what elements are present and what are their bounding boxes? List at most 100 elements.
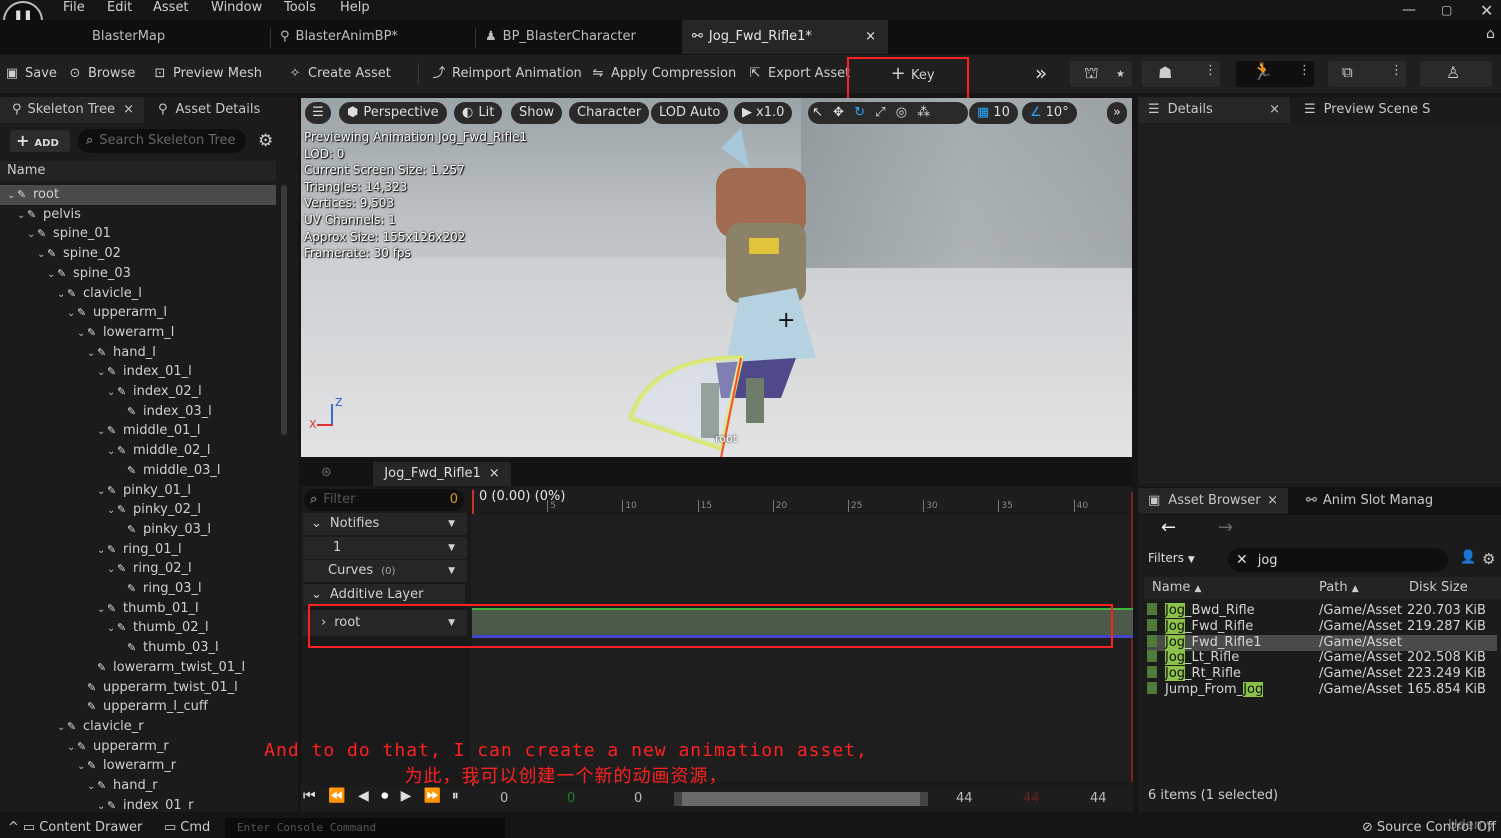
scale-icon[interactable]: ⤢ bbox=[875, 105, 885, 120]
bone-row-upperarm-l[interactable]: ⌄ ✎ upperarm_l bbox=[0, 303, 276, 323]
bone-row-spine-02[interactable]: ⌄ ✎ spine_02 bbox=[0, 244, 276, 264]
bone-row-pinky-03-l[interactable]: ✎ pinky_03_l bbox=[0, 520, 276, 540]
view-end-value[interactable]: 44 bbox=[956, 791, 973, 806]
tab-timeline-jog-fwd-rifle1[interactable]: Jog_Fwd_Rifle1 × bbox=[373, 462, 511, 486]
snap-icon[interactable]: ⁂ bbox=[917, 105, 930, 120]
chevron-down-icon[interactable]: ⌄ bbox=[47, 265, 57, 285]
close-icon[interactable]: × bbox=[865, 20, 876, 54]
rotate-icon[interactable]: ↻ bbox=[854, 105, 865, 120]
bone-row-pelvis[interactable]: ⌄ ✎ pelvis bbox=[0, 205, 276, 225]
chevron-down-icon[interactable]: ⌄ bbox=[77, 324, 87, 344]
console-input[interactable]: Enter Console Command bbox=[225, 818, 505, 838]
playback-speed-button[interactable]: ▶ x1.0 bbox=[734, 102, 793, 124]
bone-row-pinky-02-l[interactable]: ⌄ ✎ pinky_02_l bbox=[0, 500, 276, 520]
mode-animation-button[interactable]: 🏃 ⋮ bbox=[1236, 61, 1314, 87]
column-disk-size[interactable]: Disk Size bbox=[1409, 577, 1468, 599]
chevron-down-icon[interactable]: ⌄ bbox=[27, 225, 37, 245]
export-asset-button[interactable]: ⇱ Export Asset bbox=[747, 55, 851, 93]
mode-skeleton-button[interactable]: ⛫ ★ bbox=[1070, 61, 1132, 87]
search-skeleton-input[interactable]: ⌕ Search Skeleton Tree bbox=[78, 129, 246, 153]
bone-row-spine-01[interactable]: ⌄ ✎ spine_01 bbox=[0, 224, 276, 244]
column-name[interactable]: Name ▲ bbox=[1152, 577, 1201, 600]
cmd-button[interactable]: ▭ Cmd bbox=[164, 820, 210, 835]
kebab-icon[interactable]: ⋮ bbox=[1298, 63, 1311, 78]
lit-button[interactable]: ◐ Lit bbox=[454, 102, 503, 124]
bone-row-ring-03-l[interactable]: ✎ ring_03_l bbox=[0, 579, 276, 599]
show-button[interactable]: Show bbox=[511, 102, 563, 124]
preview-mesh-button[interactable]: ⊡ Preview Mesh bbox=[152, 55, 262, 93]
notifies-row[interactable]: ⌄ Notifies ▼ bbox=[303, 513, 467, 535]
tab-asset-browser[interactable]: ▣ Asset Browser × bbox=[1138, 488, 1288, 514]
timeline-settings-icon[interactable]: ⊛ bbox=[321, 465, 332, 480]
dropdown-arrow-icon[interactable]: ▼ bbox=[448, 560, 455, 582]
browse-button[interactable]: ⊙ Browse bbox=[67, 55, 136, 93]
timeline-scrollbar[interactable] bbox=[674, 792, 928, 806]
dropdown-arrow-icon[interactable]: ▼ bbox=[448, 513, 455, 535]
bone-row-clavicle-r[interactable]: ⌄ ✎ clavicle_r bbox=[0, 717, 276, 737]
content-drawer-button[interactable]: ^ ▭ Content Drawer bbox=[8, 820, 142, 835]
lod-button[interactable]: LOD Auto bbox=[651, 102, 729, 124]
bone-row-pinky-01-l[interactable]: ⌄ ✎ pinky_01_l bbox=[0, 481, 276, 501]
select-icon[interactable]: ↖ bbox=[812, 105, 823, 120]
bone-row-clavicle-l[interactable]: ⌄ ✎ clavicle_l bbox=[0, 284, 276, 304]
menu-help[interactable]: Help bbox=[340, 0, 370, 15]
chevron-down-icon[interactable]: ⌄ bbox=[7, 186, 17, 206]
save-button[interactable]: ▣ Save bbox=[4, 55, 57, 93]
bone-row-thumb-02-l[interactable]: ⌄ ✎ thumb_02_l bbox=[0, 618, 276, 638]
tab-details[interactable]: ☰ Details × bbox=[1138, 97, 1290, 123]
bone-row-index-01-l[interactable]: ⌄ ✎ index_01_l bbox=[0, 362, 276, 382]
perspective-button[interactable]: ⬢ Perspective bbox=[339, 102, 447, 124]
chevron-down-icon[interactable]: ⌄ bbox=[17, 206, 27, 226]
bone-row-root[interactable]: ⌄ ✎ root bbox=[0, 185, 276, 205]
playback-end-value[interactable]: 44 bbox=[1023, 791, 1040, 806]
chevron-down-icon[interactable]: ⌄ bbox=[107, 442, 117, 462]
menu-asset[interactable]: Asset bbox=[153, 0, 189, 15]
bone-row-index-01-r[interactable]: ⌄ ✎ index_01_r bbox=[0, 796, 276, 811]
gear-icon[interactable]: ⚙ bbox=[1482, 550, 1495, 568]
close-icon[interactable]: × bbox=[1269, 97, 1280, 123]
reimport-animation-button[interactable]: ⤴ Reimport Animation bbox=[431, 55, 581, 93]
playback-start-value[interactable]: 0 bbox=[567, 791, 575, 806]
bone-row-upperarm-twist-01-l[interactable]: ✎ upperarm_twist_01_l bbox=[0, 678, 276, 698]
bone-row-hand-l[interactable]: ⌄ ✎ hand_l bbox=[0, 343, 276, 363]
asset-row[interactable]: Jog_Rt_Rifle/Game/Asset 223.249 KiB bbox=[1147, 666, 1497, 682]
bone-row-lowerarm-twist-01-l[interactable]: ✎ lowerarm_twist_01_l bbox=[0, 658, 276, 678]
chevron-down-icon[interactable]: ⌄ bbox=[107, 560, 117, 580]
tab-anim-slot-manager[interactable]: ⚯ Anim Slot Manag bbox=[1306, 488, 1433, 514]
skip-to-start-icon[interactable]: ⏮ bbox=[303, 788, 316, 804]
chevron-down-icon[interactable]: ⌄ bbox=[107, 383, 117, 403]
chevron-down-icon[interactable]: ⌄ bbox=[97, 541, 107, 561]
camera-target-icon[interactable]: ◎ bbox=[896, 105, 907, 120]
chevron-down-icon[interactable]: ⌄ bbox=[107, 501, 117, 521]
gear-icon[interactable]: ⚙ bbox=[258, 131, 273, 151]
preview-viewport[interactable]: + root Z X ☰ ⬢ Perspective ◐ Lit Show Char… bbox=[301, 98, 1132, 457]
pin-icon[interactable]: ⌂ bbox=[1486, 26, 1495, 42]
tab-asset-details[interactable]: ⚲ Asset Details bbox=[158, 97, 260, 123]
record-icon[interactable]: ⏺ bbox=[381, 788, 388, 804]
bone-row-index-02-l[interactable]: ⌄ ✎ index_02_l bbox=[0, 382, 276, 402]
menu-edit[interactable]: Edit bbox=[107, 0, 132, 15]
notify-track-row[interactable]: 1 ▼ bbox=[303, 537, 467, 559]
menu-file[interactable]: File bbox=[63, 0, 85, 15]
chevron-down-icon[interactable]: ⌄ bbox=[97, 797, 107, 811]
bone-row-spine-03[interactable]: ⌄ ✎ spine_03 bbox=[0, 264, 276, 284]
bone-row-middle-02-l[interactable]: ⌄ ✎ middle_02_l bbox=[0, 441, 276, 461]
user-filter-icon[interactable]: 👤 bbox=[1460, 550, 1476, 565]
asset-search-input[interactable]: ✕ jog bbox=[1228, 548, 1448, 572]
bone-row-middle-01-l[interactable]: ⌄ ✎ middle_01_l bbox=[0, 421, 276, 441]
additive-layer-tracks-row[interactable]: ⌄Additive Layer Tracks bbox=[303, 584, 465, 624]
chevron-down-icon[interactable]: ⌄ bbox=[67, 304, 77, 324]
column-path[interactable]: Path ▲ bbox=[1319, 577, 1359, 600]
asset-row[interactable]: Jog_Fwd_Rifle1/Game/Asset bbox=[1147, 634, 1497, 651]
column-header-name[interactable]: Name bbox=[0, 161, 276, 181]
tab-blasteranimbp[interactable]: ⚲ BlasterAnimBP* bbox=[280, 20, 470, 54]
chevron-down-icon[interactable]: ⌄ bbox=[57, 285, 67, 305]
tab-preview-scene[interactable]: ☰ Preview Scene S bbox=[1304, 97, 1430, 123]
view-start-value[interactable]: 0 bbox=[634, 791, 642, 806]
tree-scrollbar[interactable] bbox=[281, 185, 287, 435]
bone-row-thumb-03-l[interactable]: ✎ thumb_03_l bbox=[0, 638, 276, 658]
back-arrow-icon[interactable]: ← bbox=[1161, 517, 1176, 538]
viewport-overflow-button[interactable]: » bbox=[1107, 102, 1127, 124]
dropdown-arrow-icon[interactable]: ▼ bbox=[448, 537, 455, 559]
step-back-icon[interactable]: ⏪ bbox=[328, 788, 345, 804]
